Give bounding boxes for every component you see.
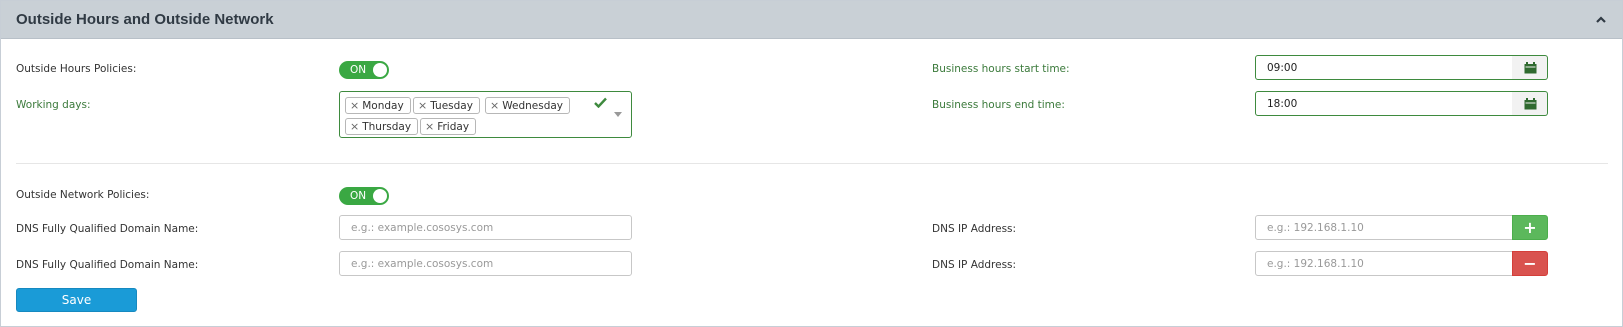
tag-label: Tuesday [430, 100, 473, 112]
tag-tuesday[interactable]: × Tuesday [413, 97, 480, 114]
remove-tag-icon[interactable]: × [490, 99, 499, 112]
chevron-up-icon[interactable] [1594, 13, 1608, 27]
dns-ip-input[interactable] [1255, 215, 1513, 240]
tag-label: Wednesday [502, 100, 564, 112]
dns-fqdn-label: DNS Fully Qualified Domain Name: [16, 223, 199, 235]
tag-monday[interactable]: × Monday [345, 97, 411, 114]
start-time-picker-button[interactable] [1512, 55, 1548, 80]
dns-fqdn-label: DNS Fully Qualified Domain Name: [16, 259, 199, 271]
minus-icon: − [1523, 254, 1537, 273]
tag-label: Friday [437, 121, 470, 133]
save-button[interactable]: Save [16, 288, 137, 312]
working-days-multiselect[interactable]: × Monday × Tuesday × Wednesday × Thursday × F… [339, 91, 632, 138]
toggle-knob [373, 63, 387, 77]
add-dns-button[interactable]: + [1512, 215, 1548, 240]
panel-header[interactable]: Outside Hours and Outside Network [1, 1, 1622, 39]
business-hours-end-label: Business hours end time: [932, 99, 1065, 111]
tag-friday[interactable]: × Friday [420, 118, 477, 135]
plus-icon: + [1523, 218, 1537, 237]
outside-hours-toggle[interactable]: ON [339, 61, 389, 79]
remove-tag-icon[interactable]: × [350, 120, 359, 133]
toggle-knob [373, 189, 387, 203]
section-divider [16, 163, 1608, 164]
outside-hours-policies-label: Outside Hours Policies: [16, 63, 137, 75]
dns-ip-label: DNS IP Address: [932, 223, 1017, 235]
calendar-icon [1524, 62, 1537, 74]
tag-label: Thursday [362, 121, 412, 133]
dns-fqdn-input[interactable] [339, 251, 632, 276]
business-hours-start-input[interactable] [1255, 55, 1513, 80]
tag-label: Monday [362, 100, 404, 112]
end-time-picker-button[interactable] [1512, 91, 1548, 116]
outside-network-policies-label: Outside Network Policies: [16, 189, 150, 201]
dns-fqdn-input[interactable] [339, 215, 632, 240]
business-hours-start-label: Business hours start time: [932, 63, 1070, 75]
outside-network-toggle[interactable]: ON [339, 187, 389, 205]
panel-title: Outside Hours and Outside Network [16, 11, 274, 28]
working-days-label: Working days: [16, 99, 91, 111]
toggle-state-text: ON [350, 64, 367, 76]
remove-tag-icon[interactable]: × [350, 99, 359, 112]
outside-hours-network-panel: Outside Hours and Outside Network Outsid… [0, 0, 1623, 327]
caret-down-icon[interactable] [614, 112, 622, 117]
dns-ip-input[interactable] [1255, 251, 1513, 276]
tag-thursday[interactable]: × Thursday [345, 118, 419, 135]
check-icon [594, 97, 607, 108]
business-hours-end-input[interactable] [1255, 91, 1513, 116]
remove-tag-icon[interactable]: × [425, 120, 434, 133]
toggle-state-text: ON [350, 190, 367, 202]
remove-tag-icon[interactable]: × [418, 99, 427, 112]
remove-dns-button[interactable]: − [1512, 251, 1548, 276]
calendar-icon [1524, 98, 1537, 110]
dns-ip-label: DNS IP Address: [932, 259, 1017, 271]
tag-wednesday[interactable]: × Wednesday [485, 97, 571, 114]
